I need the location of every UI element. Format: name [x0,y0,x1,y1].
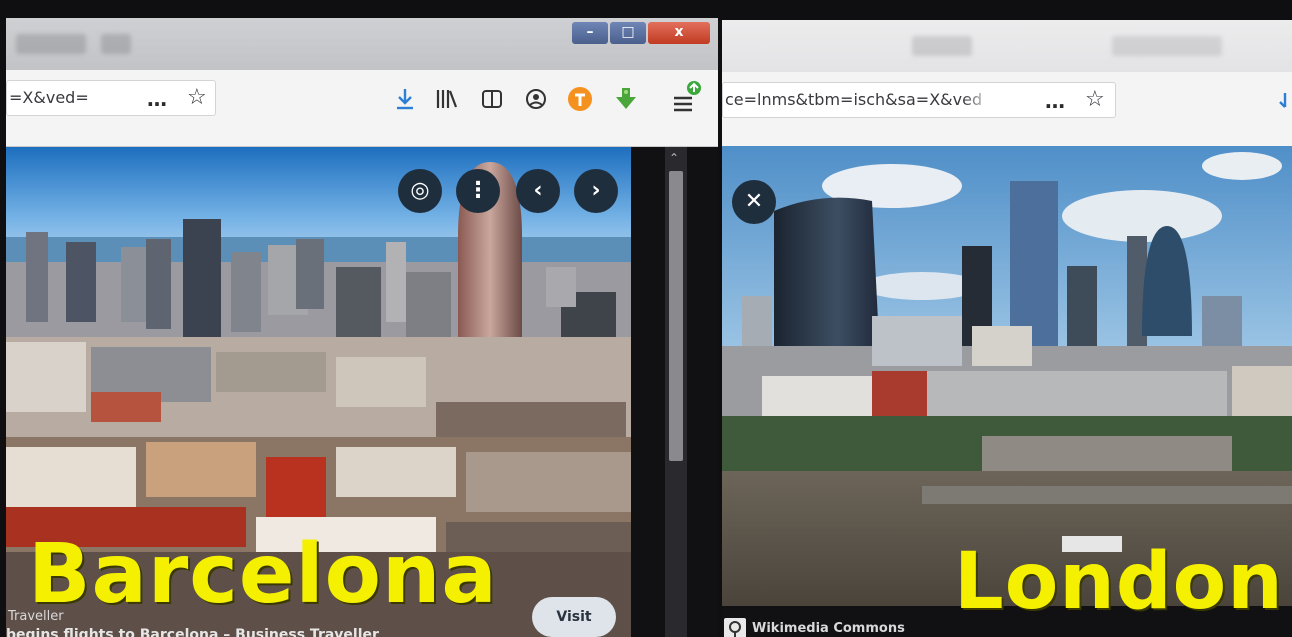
download-icon[interactable] [392,86,418,116]
scroll-up-icon[interactable]: ⌃ [669,151,679,165]
menu-update-icon[interactable] [670,78,704,122]
close-icon: ✕ [744,189,764,214]
page-actions-icon[interactable]: … [147,89,167,109]
close-window-button[interactable]: x [648,22,710,44]
more-vertical-icon: ⋮ [467,178,489,203]
image-source[interactable]: Traveller [8,609,64,624]
scroll-thumb[interactable] [669,171,683,461]
library-icon[interactable] [434,87,460,115]
barcelona-label: Barcelona [28,527,498,622]
close-viewer-button[interactable]: ✕ [732,180,776,224]
minimize-button[interactable]: – [572,22,608,44]
maximize-button[interactable]: □ [610,22,646,44]
lens-icon: ◎ [410,178,430,203]
image-viewer-panel: ◎ ⋮ ‹ › ⌃ Barcelona Traveller begins fli… [6,147,718,637]
image-source[interactable]: Wikimedia Commons [752,621,905,636]
address-bar[interactable]: =X&ved= … ☆ [6,80,216,116]
tab-ghost [101,34,131,54]
bookmark-star-icon[interactable]: ☆ [1085,89,1105,111]
more-options-button[interactable]: ⋮ [456,169,500,213]
next-image-button[interactable]: › [574,169,618,213]
tab-ghost [912,36,972,56]
page-actions-icon[interactable]: … [1045,91,1065,111]
lens-search-button[interactable]: ◎ [398,169,442,213]
url-fade [963,83,993,117]
url-text: ce=lnms&tbm=isch&sa=X&ved [725,90,983,109]
chevron-right-icon: › [591,178,601,203]
url-fade [97,81,127,115]
tab-ghost [16,34,86,54]
visit-button[interactable]: Visit [532,597,616,637]
chevron-left-icon: ‹ [533,178,543,203]
url-text: =X&ved= [9,88,89,107]
london-label: London [954,537,1284,627]
vertical-scrollbar[interactable]: ⌃ [665,147,687,637]
extension-download-helper-icon[interactable] [612,85,640,117]
bookmark-star-icon[interactable]: ☆ [187,87,207,109]
tab-ghost [1112,36,1222,56]
account-icon[interactable] [524,87,548,115]
extension-orange-icon[interactable] [566,85,594,117]
navigation-toolbar: =X&ved= … ☆ [6,70,718,147]
sidebar-icon[interactable] [480,87,504,115]
title-bar: – □ x [6,18,718,70]
browser-window-right: ce=lnms&tbm=isch&sa=X&ved … ☆ ✕ London W… [722,20,1292,637]
image-viewer-panel: ✕ London Wikimedia Commons [722,146,1292,637]
wikimedia-logo-icon [724,618,746,637]
browser-window-left: – □ x =X&ved= … ☆ ◎ ⋮ ‹ › ⌃ Barcelona Tr… [6,18,718,637]
previous-image-button[interactable]: ‹ [516,169,560,213]
navigation-toolbar: ce=lnms&tbm=isch&sa=X&ved … ☆ [722,72,1292,149]
title-bar [722,20,1292,72]
image-caption[interactable]: begins flights to Barcelona – Business T… [6,627,379,637]
address-bar[interactable]: ce=lnms&tbm=isch&sa=X&ved … ☆ [722,82,1116,118]
download-icon[interactable] [1278,90,1292,118]
